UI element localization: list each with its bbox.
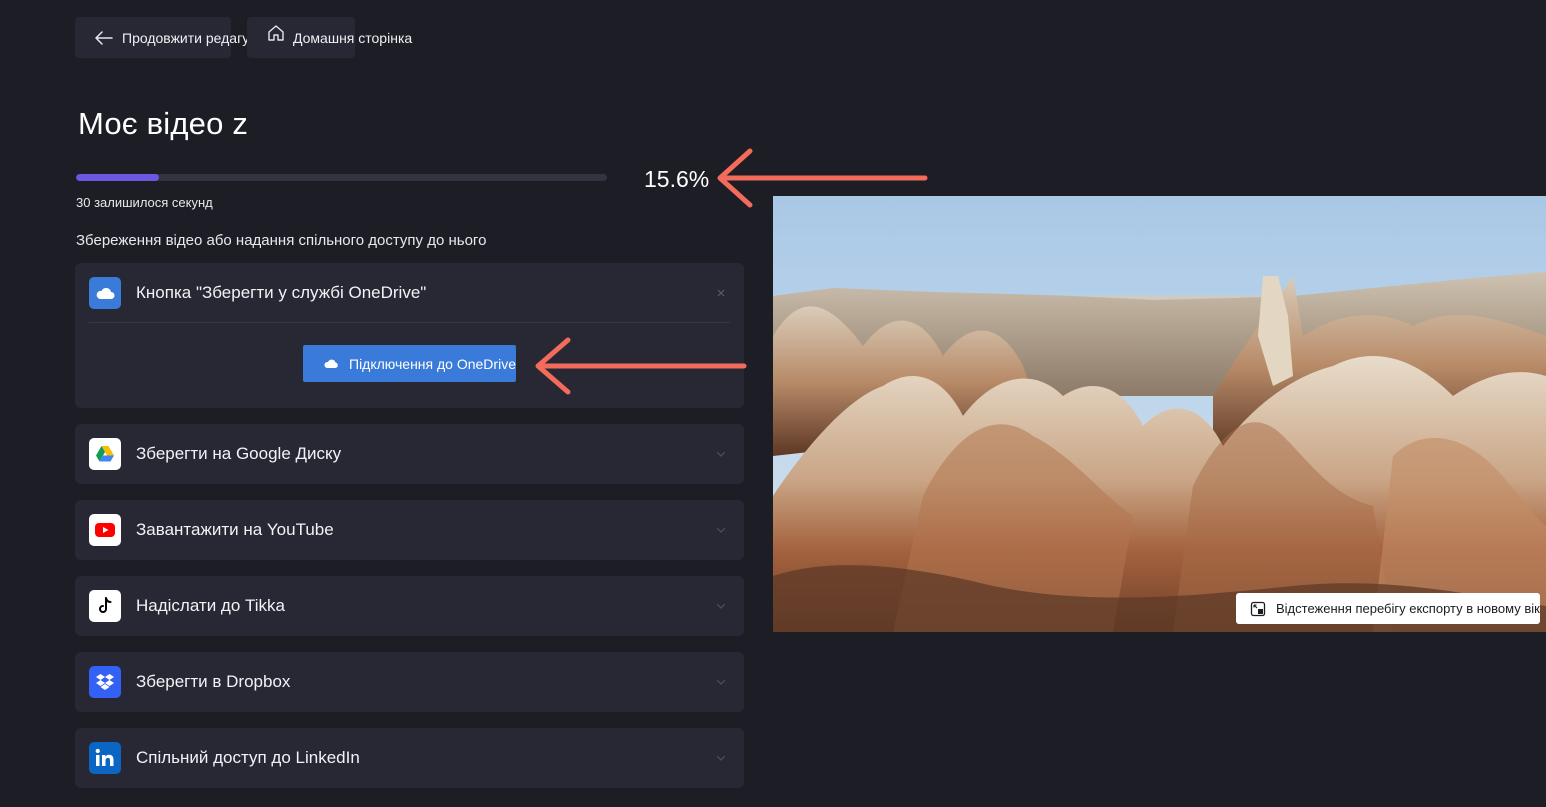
- export-progress-percent: 15.6%: [644, 166, 710, 192]
- google-drive-icon: [89, 438, 121, 470]
- open-new-window-icon: [1250, 601, 1266, 617]
- cloud-icon: [323, 358, 339, 369]
- canyon-preview-image: [773, 196, 1546, 632]
- close-icon[interactable]: [716, 288, 726, 298]
- chevron-down-icon: [716, 527, 726, 533]
- track-export-new-window-button[interactable]: Відстеження перебігу експорту в новому в…: [1236, 593, 1540, 624]
- arrow-left-icon: [95, 30, 113, 45]
- connect-onedrive-button[interactable]: Підключення до OneDrive: [303, 345, 516, 382]
- share-section-label: Збереження відео або надання спільного д…: [76, 232, 487, 249]
- share-item-google-drive[interactable]: Зберегти на Google Диску: [75, 424, 744, 484]
- video-title: Моє відео z: [78, 106, 249, 141]
- chevron-down-icon: [716, 451, 726, 457]
- share-item-label: Надіслати до Tikka: [136, 596, 286, 615]
- share-item-label: Зберегти в Dropbox: [136, 672, 291, 691]
- youtube-icon: [89, 514, 121, 546]
- home-page-label: Домашня сторінка: [293, 29, 413, 46]
- share-item-label: Зберегти на Google Диску: [136, 444, 342, 463]
- tiktok-icon: [89, 590, 121, 622]
- chevron-down-icon: [716, 603, 726, 609]
- onedrive-cloud-icon: [89, 277, 121, 309]
- export-progress-fill: [76, 174, 159, 181]
- onedrive-card-divider: [89, 322, 730, 323]
- linkedin-icon: [89, 742, 121, 774]
- chevron-down-icon: [716, 755, 726, 761]
- share-item-tiktok[interactable]: Надіслати до Tikka: [75, 576, 744, 636]
- export-progress-bar: [76, 174, 607, 181]
- continue-editing-button[interactable]: Продовжити редагування: [75, 17, 287, 58]
- time-remaining-number: 30: [76, 195, 91, 210]
- time-remaining-text: залишилося секунд: [94, 195, 213, 210]
- share-item-dropbox[interactable]: Зберегти в Dropbox: [75, 652, 744, 712]
- chevron-down-icon: [716, 679, 726, 685]
- home-page-button[interactable]: Домашня сторінка: [247, 17, 412, 58]
- dropbox-icon: [89, 666, 121, 698]
- track-export-label: Відстеження перебігу експорту в новому в…: [1276, 601, 1540, 616]
- onedrive-card-header[interactable]: Кнопка "Зберегти у службі OneDrive": [75, 263, 744, 323]
- connect-onedrive-label: Підключення до OneDrive: [349, 355, 516, 372]
- video-preview: Відстеження перебігу експорту в новому в…: [773, 196, 1546, 632]
- home-icon: [267, 24, 285, 42]
- annotation-arrow-onedrive: [535, 337, 747, 395]
- share-item-linkedin[interactable]: Спільний доступ до LinkedIn: [75, 728, 744, 788]
- time-remaining: 30 залишилося секунд: [76, 195, 213, 210]
- share-item-label: Завантажити на YouTube: [136, 520, 334, 539]
- onedrive-card-label: Кнопка "Зберегти у службі OneDrive": [136, 283, 427, 302]
- share-item-youtube[interactable]: Завантажити на YouTube: [75, 500, 744, 560]
- share-item-label: Спільний доступ до LinkedIn: [136, 748, 360, 767]
